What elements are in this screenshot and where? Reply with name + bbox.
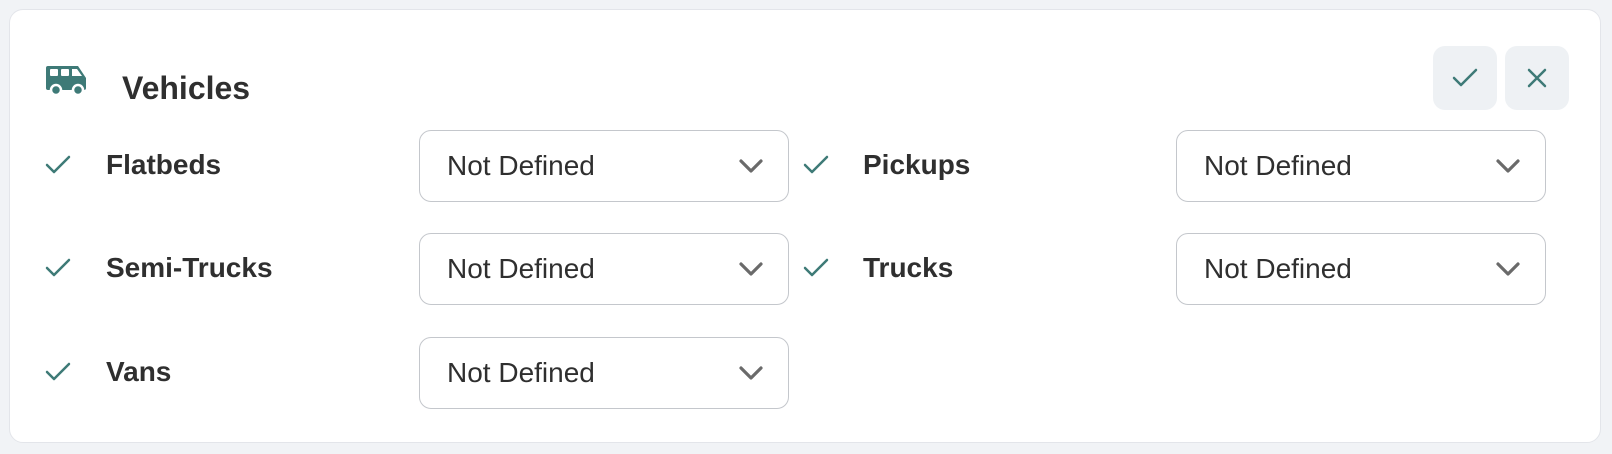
row-label-semi-trucks: Semi-Trucks	[106, 252, 273, 283]
select-value: Not Defined	[447, 253, 595, 284]
van-icon	[46, 66, 86, 96]
check-icon	[803, 258, 829, 277]
check-icon	[1452, 68, 1478, 87]
select-value: Not Defined	[447, 357, 595, 388]
select-value: Not Defined	[1204, 150, 1352, 181]
vehicles-card: Vehicles Flatbeds Not Defined Pickups No…	[9, 9, 1601, 443]
check-icon	[45, 258, 71, 277]
semi-trucks-select[interactable]: Not Defined	[419, 233, 789, 305]
chevron-down-icon	[739, 262, 763, 276]
chevron-down-icon	[1496, 262, 1520, 276]
select-value: Not Defined	[1204, 253, 1352, 284]
check-icon	[45, 155, 71, 174]
row-label-vans: Vans	[106, 356, 172, 387]
row-label-pickups: Pickups	[863, 149, 971, 180]
cancel-button[interactable]	[1505, 46, 1569, 110]
section-title: Vehicles	[122, 70, 251, 106]
row-label-trucks: Trucks	[863, 252, 954, 283]
confirm-button[interactable]	[1433, 46, 1497, 110]
pickups-select[interactable]: Not Defined	[1176, 130, 1546, 202]
close-icon	[1527, 68, 1547, 88]
select-value: Not Defined	[447, 150, 595, 181]
chevron-down-icon	[739, 159, 763, 173]
chevron-down-icon	[1496, 159, 1520, 173]
vans-select[interactable]: Not Defined	[419, 337, 789, 409]
trucks-select[interactable]: Not Defined	[1176, 233, 1546, 305]
check-icon	[803, 155, 829, 174]
check-icon	[45, 362, 71, 381]
flatbeds-select[interactable]: Not Defined	[419, 130, 789, 202]
chevron-down-icon	[739, 366, 763, 380]
row-label-flatbeds: Flatbeds	[106, 149, 222, 180]
